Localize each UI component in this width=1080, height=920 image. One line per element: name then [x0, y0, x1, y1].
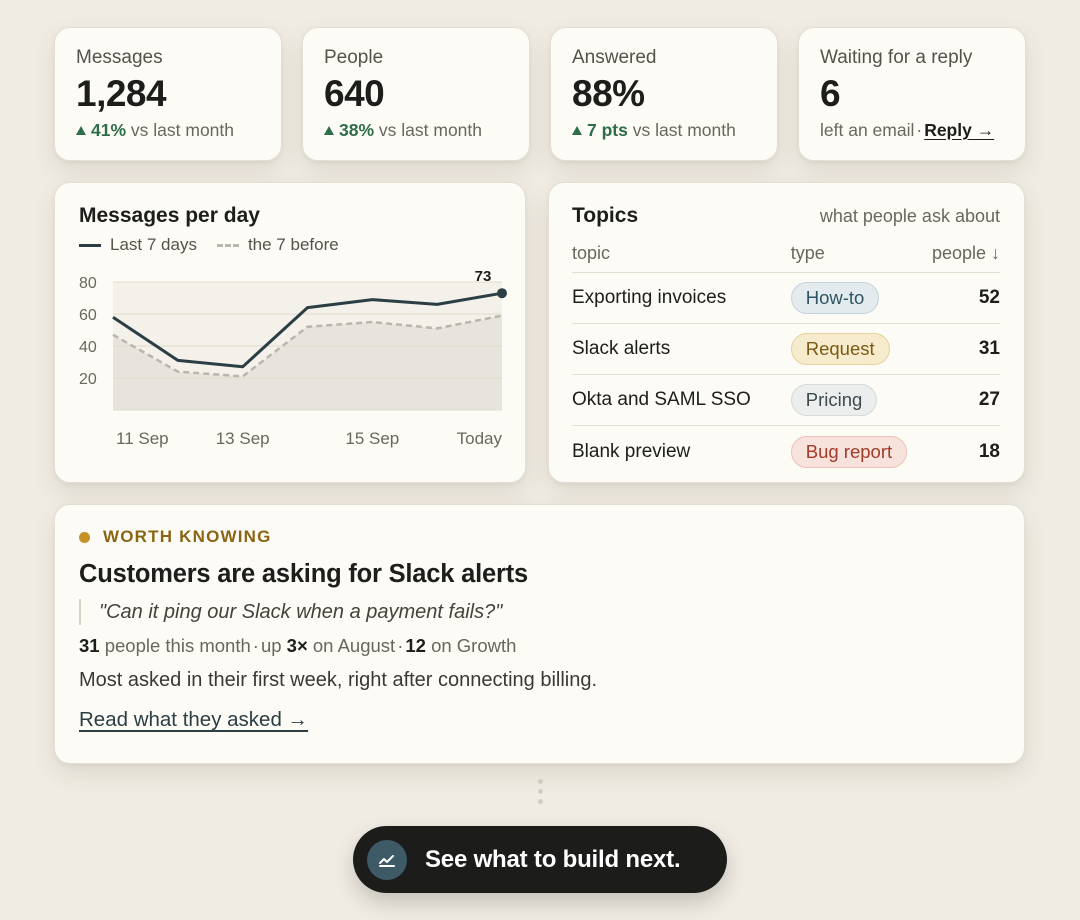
cta-label: See what to build next. — [425, 845, 681, 873]
type-badge: Pricing — [790, 384, 878, 416]
stat-delta: 7 pts vs last month — [572, 120, 757, 141]
chart-title: Messages per day — [79, 204, 260, 227]
stat-card-waiting: Waiting for a reply 6 left an email · Repl… — [798, 27, 1026, 161]
delta-suffix: vs last month — [632, 120, 736, 140]
header-people-sort[interactable]: people ↓ — [915, 243, 1000, 264]
insight-metrics: 31 people this month · up 3× on August · 12 … — [79, 635, 1000, 657]
y-tick-label: 80 — [79, 275, 97, 292]
read-questions-link[interactable]: Read what they asked → — [79, 708, 308, 732]
topic-name: Slack alerts — [572, 338, 671, 359]
insight-body: Most asked in their first week, right af… — [79, 669, 598, 691]
separator-dot: · — [397, 635, 404, 656]
x-tick-label: Today — [457, 429, 503, 448]
last-point-marker — [497, 288, 507, 299]
delta-value: 7 pts — [587, 120, 628, 140]
stat-label: Answered — [572, 47, 657, 68]
up-arrow-icon — [324, 126, 334, 135]
table-row[interactable]: Blank preview Bug report 18 — [572, 426, 1000, 477]
data-label: 73 — [475, 268, 492, 285]
table-row[interactable]: Exporting invoices How-to 52 — [572, 273, 1000, 324]
stat-label: People — [324, 47, 384, 68]
stat-label: Waiting for a reply — [820, 47, 973, 68]
metric-up-suffix: on August — [312, 635, 396, 656]
metric-count-suffix: people this month — [104, 635, 251, 656]
topics-table-body: Exporting invoices How-to 52 Slack alert… — [572, 273, 1000, 477]
type-badge: How-to — [790, 282, 880, 314]
topics-table-header: topic type people ↓ — [572, 243, 1000, 273]
up-arrow-icon — [76, 126, 86, 135]
trend-chart-icon — [367, 839, 407, 880]
stat-delta: 41% vs last month — [76, 120, 261, 141]
metric-up-prefix: up — [260, 635, 282, 656]
stat-card-people: People 640 38% vs last month — [302, 27, 530, 161]
metric-count: 31 — [79, 635, 100, 656]
separator-dot: · — [252, 635, 259, 656]
stat-label: Messages — [76, 47, 163, 68]
insight-eyebrow: WORTH KNOWING — [79, 527, 1000, 547]
topic-name: Blank preview — [572, 440, 691, 462]
separator-dot: · — [916, 120, 923, 140]
stat-value: 640 — [324, 73, 385, 114]
people-count: 31 — [978, 338, 1000, 359]
legend-previous: the 7 before — [216, 235, 339, 255]
x-tick-label: 11 Sep — [116, 429, 169, 448]
stat-card-messages: Messages 1,284 41% vs last month — [54, 27, 282, 161]
delta-value: 38% — [339, 120, 375, 140]
stat-card-answered: Answered 88% 7 pts vs last month — [550, 27, 778, 161]
connector-dots — [536, 779, 544, 804]
type-badge: Request — [790, 333, 890, 365]
x-tick-label: 15 Sep — [345, 429, 399, 448]
people-count: 52 — [978, 287, 1000, 308]
stat-delta: 38% vs last month — [324, 120, 509, 141]
type-badge: Bug report — [790, 435, 908, 468]
customer-quote: "Can it ping our Slack when a payment fa… — [79, 599, 1000, 625]
waiting-note: left an email — [820, 120, 915, 140]
legend-current-label: Last 7 days — [110, 235, 197, 254]
metric-plan-count: 12 — [405, 635, 426, 656]
topics-title: Topics — [572, 204, 639, 227]
build-next-button[interactable]: See what to build next. — [353, 826, 727, 893]
stat-note: left an email · Reply → — [820, 120, 1005, 141]
y-tick-label: 40 — [79, 339, 97, 356]
table-row[interactable]: Okta and SAML SSO Pricing 27 — [572, 375, 1000, 426]
metric-plan-suffix: on Growth — [431, 635, 517, 656]
topic-name: Okta and SAML SSO — [572, 389, 751, 410]
insight-card: WORTH KNOWING Customers are asking for S… — [54, 504, 1025, 764]
topics-card: Topics what people ask about topic type … — [548, 182, 1025, 483]
delta-suffix: vs last month — [378, 120, 483, 140]
solid-line-swatch — [79, 243, 101, 247]
delta-suffix: vs last month — [130, 120, 235, 140]
reply-link[interactable]: Reply → — [924, 120, 994, 140]
dashed-line-swatch — [216, 243, 239, 247]
header-type[interactable]: type — [791, 243, 915, 264]
table-row[interactable]: Slack alerts Request 31 — [572, 324, 1000, 375]
y-tick-label: 20 — [79, 371, 97, 388]
chart-legend: Last 7 days the 7 before — [79, 235, 501, 255]
stat-value: 1,284 — [76, 73, 167, 114]
topics-subtitle: what people ask about — [819, 206, 1000, 226]
stat-value: 88% — [572, 73, 645, 114]
legend-previous-label: the 7 before — [247, 235, 339, 254]
delta-value: 41% — [91, 120, 127, 140]
people-count: 18 — [978, 440, 1000, 462]
status-dot-icon — [79, 531, 90, 543]
stat-value: 6 — [820, 73, 841, 114]
topic-name: Exporting invoices — [572, 287, 727, 308]
up-arrow-icon — [572, 126, 582, 135]
metric-up-value: 3× — [286, 635, 308, 656]
insight-title: Customers are asking for Slack alerts — [79, 560, 528, 588]
messages-chart-card: 20 40 60 80 73 11 Sep 13 Sep 15 Sep Today Messag… — [54, 182, 526, 483]
eyebrow-label: WORTH KNOWING — [103, 527, 272, 546]
legend-current: Last 7 days — [79, 235, 197, 255]
header-topic[interactable]: topic — [572, 243, 791, 264]
x-tick-label: 13 Sep — [216, 429, 270, 448]
people-count: 27 — [978, 389, 1000, 410]
y-tick-label: 60 — [79, 307, 97, 324]
